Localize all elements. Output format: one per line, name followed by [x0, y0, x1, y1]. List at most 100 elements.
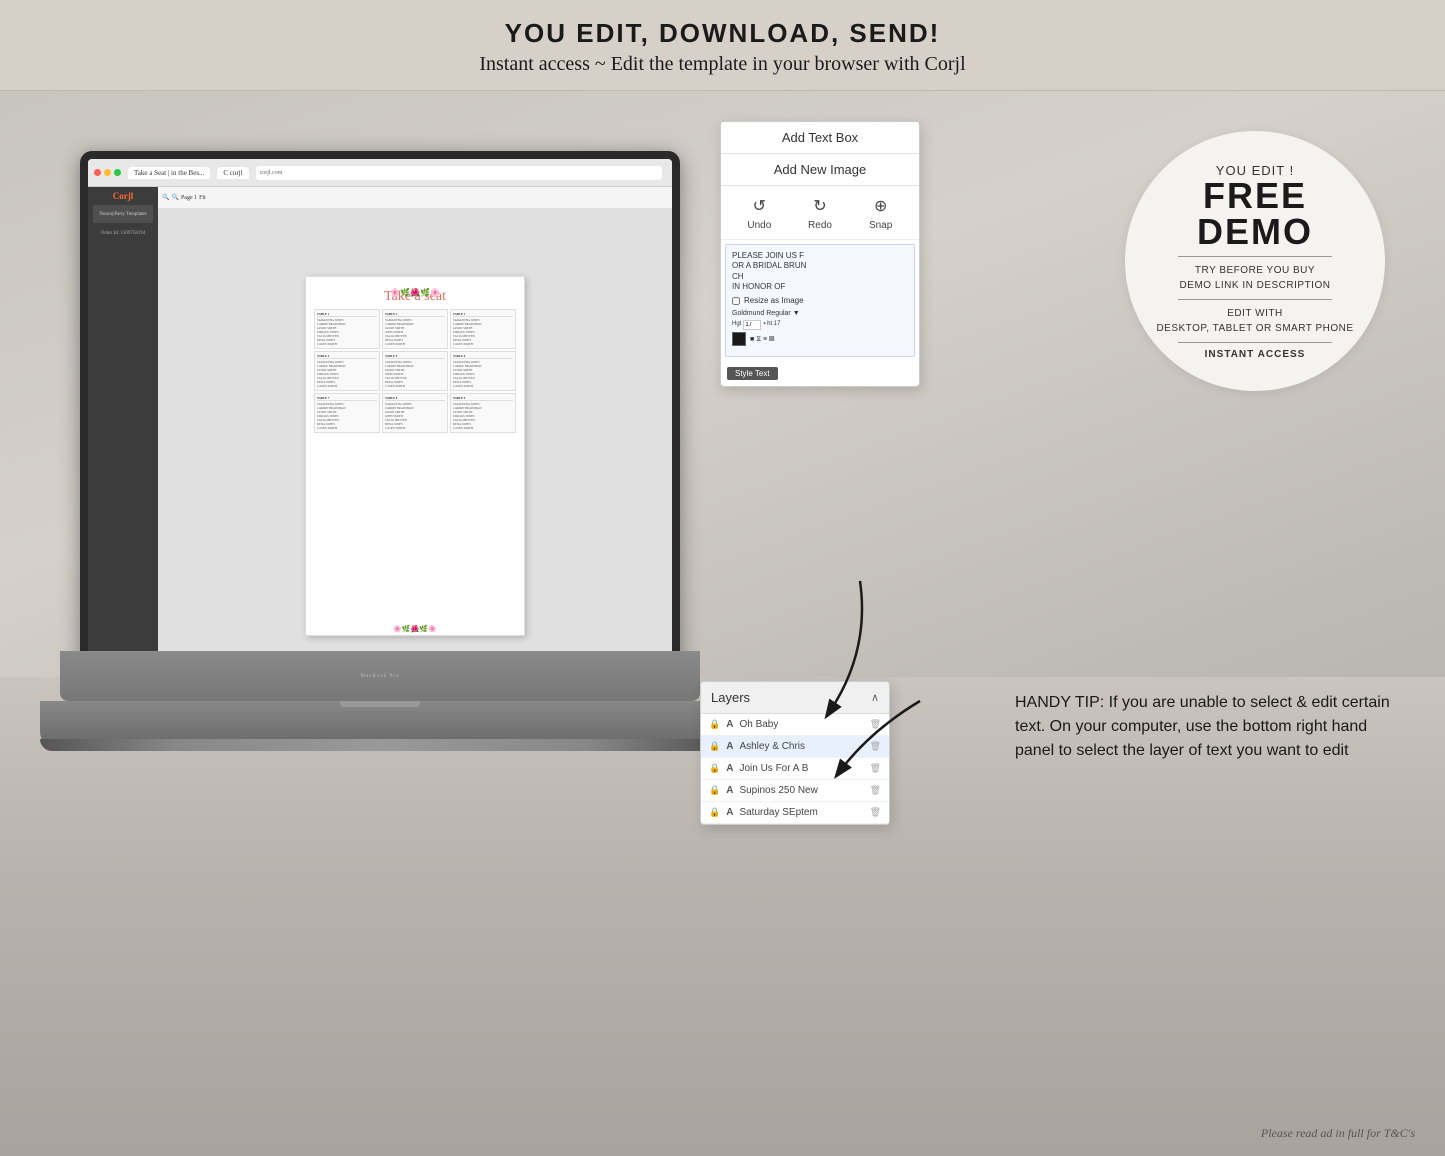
toolbar-zoom-in[interactable]: 🔍: [162, 194, 169, 201]
layer-item-saturday[interactable]: 🔒 A Saturday SEptem 🗑: [701, 802, 889, 824]
banner-subtitle: Instant access ~ Edit the template in yo…: [0, 53, 1445, 76]
corjl-canvas-area: 🌸🌿🌺🌿🌸 Take a seat TABLE 1 SAMANTHA JONES…: [158, 209, 672, 703]
browser-close-dot: [94, 169, 101, 176]
panel-style-options: Style Text: [721, 361, 919, 386]
floral-decoration-bottom: 🌸🌿🌺🌿🌸: [306, 625, 524, 633]
table-block-5: TABLE 5 SAMANTHA JONESCARRIE BRADSHAWJAS…: [382, 351, 448, 391]
main-area: Take a Seat | in the Bes... C corjl corj…: [0, 91, 1445, 1156]
toolbar-zoom-out[interactable]: 🔍: [171, 194, 178, 201]
browser-minimize-dot: [104, 169, 111, 176]
type-icon-3: A: [726, 785, 733, 796]
layers-title: Layers: [711, 690, 750, 705]
corjl-left-sidebar: Corjl NoorayParty Templates Order Id: 15…: [88, 187, 158, 703]
resize-checkbox[interactable]: [732, 297, 740, 305]
laptop-foot: [40, 739, 720, 751]
demo-try-label: TRY BEFORE YOU BUY DEMO LINK IN DESCRIPT…: [1180, 263, 1331, 293]
height-input[interactable]: [743, 320, 761, 330]
lock-icon-0: 🔒: [709, 719, 720, 730]
font-size-row: Hgt ▪ ht 17: [732, 320, 908, 330]
table-9-names: SAMANTHA JONESCARRIE BRADSHAWJASON SMITH…: [453, 402, 513, 430]
lock-icon-1: 🔒: [709, 741, 720, 752]
corjl-editor: Corjl NoorayParty Templates Order Id: 15…: [88, 187, 672, 703]
undo-item[interactable]: ↺ Undo: [747, 194, 771, 231]
panel-edit-section: PLEASE JOIN US FOR A BRIDAL BRUNCHIN HON…: [725, 244, 915, 357]
table-6-names: SAMANTHA JONESCARRIE BRADSHAWJASON SMITH…: [453, 360, 513, 388]
layer-name-saturday: Saturday SEptem: [739, 807, 863, 818]
laptop-container: Take a Seat | in the Bes... C corjl corj…: [40, 151, 720, 1001]
seating-tables-grid: TABLE 1 SAMANTHA JONESCARRIE BRADSHAWJAS…: [314, 309, 516, 433]
table-block-7: TABLE 7 SAMANTHA JONESCARRIE BRADSHAWJAS…: [314, 393, 380, 433]
table-5-names: SAMANTHA JONESCARRIE BRADSHAWJASON SMITH…: [385, 360, 445, 388]
browser-chrome: Take a Seat | in the Bes... C corjl corj…: [88, 159, 672, 187]
color-swatch[interactable]: [732, 332, 746, 346]
browser-address-bar[interactable]: corjl.com: [256, 166, 662, 180]
demo-divider-2: [1178, 299, 1332, 300]
demo-instant-label: INSTANT ACCESS: [1205, 349, 1306, 360]
table-2-names: SAMANTHA JONESCARRIE BRADSHAWJASON SMITH…: [385, 318, 445, 346]
type-icon-0: A: [726, 719, 733, 730]
redo-icon: ↻: [808, 194, 832, 218]
seating-chart-template: 🌸🌿🌺🌿🌸 Take a seat TABLE 1 SAMANTHA JONES…: [305, 276, 525, 636]
table-block-4: TABLE 4 SAMANTHA JONESCARRIE BRADSHAWJAS…: [314, 351, 380, 391]
text-preview: PLEASE JOIN US FOR A BRIDAL BRUNCHIN HON…: [732, 251, 908, 293]
snap-icon: ⊕: [869, 194, 893, 218]
browser-tab[interactable]: Take a Seat | in the Bes...: [128, 167, 210, 179]
add-text-box-button[interactable]: Add Text Box: [721, 122, 919, 154]
table-block-9: TABLE 9 SAMANTHA JONESCARRIE BRADSHAWJAS…: [450, 393, 516, 433]
delete-icon-4[interactable]: 🗑: [870, 807, 881, 818]
corjl-main: 🔍 🔍 Page 1 Fit 🌸🌿🌺🌿🌸: [158, 187, 672, 703]
panel-icons-row: ↺ Undo ↻ Redo ⊕ Snap: [721, 186, 919, 240]
top-banner: YOU EDIT, DOWNLOAD, SEND! Instant access…: [0, 0, 1445, 91]
redo-label: Redo: [808, 220, 832, 231]
font-select-row[interactable]: Goldmund Regular ▼: [732, 309, 908, 318]
type-icon-1: A: [726, 741, 733, 752]
font-name-label: Goldmund Regular: [732, 310, 791, 317]
order-id-label: Order Id: 1509758194: [99, 229, 148, 238]
laptop-keyboard: MacBook Pro: [60, 651, 700, 701]
undo-icon: ↺: [747, 194, 771, 218]
toolbar-page: Page 1: [181, 195, 197, 201]
color-format-row: ■ ⧖ ≡ ▤: [732, 332, 908, 346]
demo-edit-with-label: EDIT WITH DESKTOP, TABLET OR SMART PHONE: [1156, 306, 1353, 336]
arrow-tip-to-layers: [820, 691, 940, 791]
floral-decoration-top: 🌸🌿🌺🌿🌸: [306, 277, 524, 307]
laptop-notch: [340, 701, 420, 707]
resize-row: Resize as Image: [732, 296, 908, 306]
type-icon-2: A: [726, 763, 733, 774]
handy-tip-text: HANDY TIP: If you are unable to select &…: [1015, 691, 1395, 763]
browser-tab-2[interactable]: C corjl: [217, 167, 248, 179]
toolbar-fit[interactable]: Fit: [199, 195, 206, 201]
demo-divider-3: [1178, 342, 1332, 343]
snap-label: Snap: [869, 220, 892, 231]
table-4-names: SAMANTHA JONESCARRIE BRADSHAWJASON SMITH…: [317, 360, 377, 388]
demo-divider-1: [1178, 256, 1332, 257]
laptop-brand: MacBook Pro: [361, 674, 400, 679]
table-block-6: TABLE 6 SAMANTHA JONESCARRIE BRADSHAWJAS…: [450, 351, 516, 391]
corjl-nav-templates[interactable]: NoorayParty Templates: [93, 205, 153, 223]
browser-maximize-dot: [114, 169, 121, 176]
height-label: Hgt: [732, 321, 741, 329]
table-7-names: SAMANTHA JONESCARRIE BRADSHAWJASON SMITH…: [317, 402, 377, 430]
table-3-names: SAMANTHA JONESCARRIE BRADSHAWJASON SMITH…: [453, 318, 513, 346]
lock-icon-4: 🔒: [709, 807, 720, 818]
width-label: ▪ ht 17: [763, 321, 780, 329]
corjl-right-panel: Add Text Box Add New Image ↺ Undo ↻ Redo…: [720, 121, 920, 387]
demo-demo-label: DEMO: [1197, 214, 1313, 250]
undo-label: Undo: [747, 220, 771, 231]
table-1-names: SAMANTHA JONESCARRIE BRADSHAWJASON SMITH…: [317, 318, 377, 346]
corjl-toolbar: 🔍 🔍 Page 1 Fit: [158, 187, 672, 209]
style-text-button[interactable]: Style Text: [727, 367, 778, 380]
snap-item[interactable]: ⊕ Snap: [869, 194, 893, 231]
lock-icon-2: 🔒: [709, 763, 720, 774]
add-new-image-button[interactable]: Add New Image: [721, 154, 919, 186]
table-8-names: SAMANTHA JONESCARRIE BRADSHAWJASON SMITH…: [385, 402, 445, 430]
footer-note: Please read ad in full for T&C's: [1261, 1126, 1415, 1141]
redo-item[interactable]: ↻ Redo: [808, 194, 832, 231]
corjl-logo: Corjl: [113, 191, 134, 201]
table-block-8: TABLE 8 SAMANTHA JONESCARRIE BRADSHAWJAS…: [382, 393, 448, 433]
banner-headline: YOU EDIT, DOWNLOAD, SEND!: [0, 18, 1445, 49]
demo-free-label: FREE: [1203, 178, 1307, 214]
laptop-screen-inner: Take a Seat | in the Bes... C corjl corj…: [88, 159, 672, 703]
table-block-2: TABLE 2 SAMANTHA JONESCARRIE BRADSHAWJAS…: [382, 309, 448, 349]
resize-label: Resize as Image: [744, 296, 804, 306]
